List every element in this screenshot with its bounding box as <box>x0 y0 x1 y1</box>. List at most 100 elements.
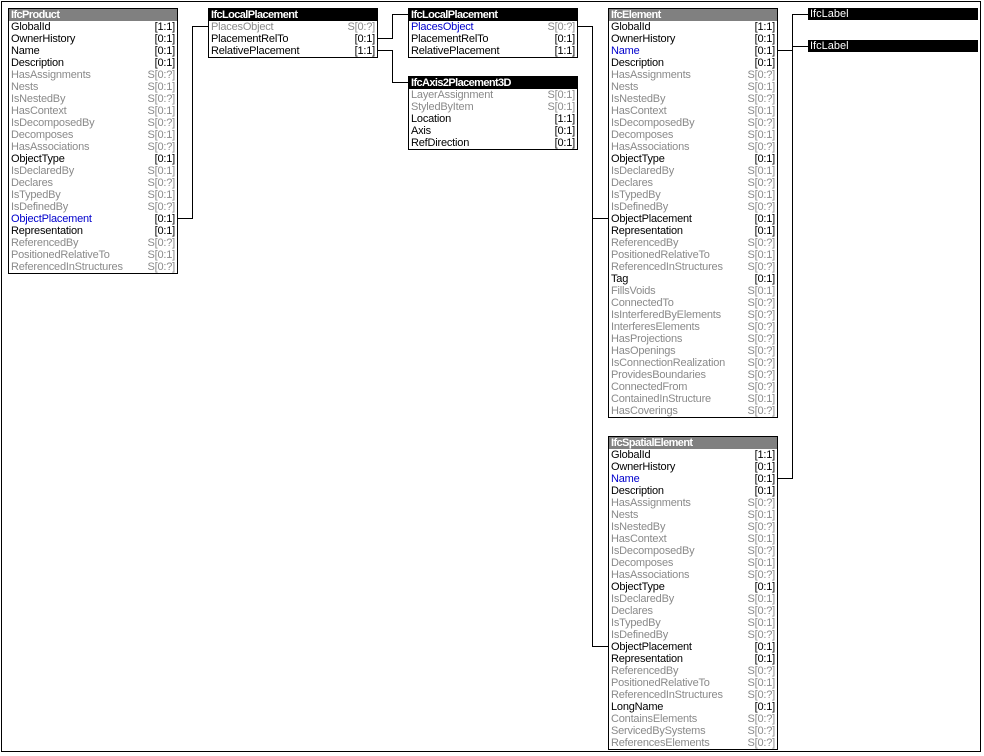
attribute-row[interactable]: Representation [0:1] <box>9 225 177 237</box>
attribute-row[interactable]: HasContext S[0:1] <box>609 105 777 117</box>
entity-header[interactable]: IfcLocalPlacement <box>209 9 377 21</box>
attribute-row[interactable]: InterferesElements S[0:?] <box>609 321 777 333</box>
entity-header[interactable]: IfcProduct <box>9 9 177 21</box>
entity-ifcspatialelement[interactable]: IfcSpatialElement GlobalId [1:1] OwnerHisto… <box>608 436 778 750</box>
attribute-row[interactable]: LongName [0:1] <box>609 701 777 713</box>
attribute-row[interactable]: OwnerHistory [0:1] <box>609 33 777 45</box>
attribute-row[interactable]: Decomposes S[0:1] <box>609 129 777 141</box>
attribute-row[interactable]: ObjectPlacement [0:1] <box>609 641 777 653</box>
attribute-row[interactable]: ReferencedInStructures S[0:?] <box>609 689 777 701</box>
attribute-row[interactable]: ConnectedFrom S[0:?] <box>609 381 777 393</box>
attribute-row[interactable]: ReferencedBy S[0:?] <box>609 665 777 677</box>
attribute-row[interactable]: Nests S[0:1] <box>9 81 177 93</box>
attribute-row[interactable]: IsNestedBy S[0:?] <box>609 521 777 533</box>
attribute-row[interactable]: PositionedRelativeTo S[0:1] <box>609 249 777 261</box>
attribute-row[interactable]: ReferencedBy S[0:?] <box>9 237 177 249</box>
attribute-row[interactable]: PlacementRelTo [0:1] <box>409 33 577 45</box>
attribute-row[interactable]: ConnectedTo S[0:?] <box>609 297 777 309</box>
attribute-row[interactable]: GlobalId [1:1] <box>9 21 177 33</box>
attribute-row[interactable]: ReferencedInStructures S[0:?] <box>9 261 177 273</box>
attribute-row[interactable]: IsDecomposedBy S[0:?] <box>9 117 177 129</box>
attribute-row[interactable]: HasAssignments S[0:?] <box>609 69 777 81</box>
attribute-row[interactable]: ObjectType [0:1] <box>609 581 777 593</box>
attribute-row[interactable]: Location [1:1] <box>409 113 577 125</box>
attribute-row[interactable]: IsDefinedBy S[0:?] <box>9 201 177 213</box>
attribute-row[interactable]: Name [0:1] <box>609 473 777 485</box>
attribute-row[interactable]: PlacesObject S[0:?] <box>409 21 577 33</box>
attribute-row[interactable]: GlobalId [1:1] <box>609 449 777 461</box>
attribute-row[interactable]: PositionedRelativeTo S[0:1] <box>9 249 177 261</box>
attribute-row[interactable]: OwnerHistory [0:1] <box>609 461 777 473</box>
attribute-row[interactable]: Axis [0:1] <box>409 125 577 137</box>
attribute-row[interactable]: IsInterferedByElements S[0:?] <box>609 309 777 321</box>
entity-ifclocalplacement[interactable]: IfcLocalPlacement PlacesObject S[0:?] Place… <box>208 8 378 58</box>
attribute-row[interactable]: ObjectPlacement [0:1] <box>9 213 177 225</box>
attribute-row[interactable]: Description [0:1] <box>609 485 777 497</box>
attribute-row[interactable]: IsTypedBy S[0:1] <box>9 189 177 201</box>
entity-ifclocalplacement-related[interactable]: IfcLocalPlacement PlacesObject S[0:?] Place… <box>408 8 578 58</box>
entity-header[interactable]: IfcElement <box>609 9 777 21</box>
attribute-row[interactable]: Declares S[0:?] <box>609 177 777 189</box>
attribute-row[interactable]: Tag [0:1] <box>609 273 777 285</box>
attribute-row[interactable]: Name [0:1] <box>9 45 177 57</box>
attribute-row[interactable]: StyledByItem S[0:1] <box>409 101 577 113</box>
attribute-row[interactable]: IsDefinedBy S[0:?] <box>609 629 777 641</box>
attribute-row[interactable]: IsTypedBy S[0:1] <box>609 189 777 201</box>
attribute-row[interactable]: PlacesObject S[0:?] <box>209 21 377 33</box>
attribute-row[interactable]: HasOpenings S[0:?] <box>609 345 777 357</box>
attribute-row[interactable]: Description [0:1] <box>609 57 777 69</box>
attribute-row[interactable]: Declares S[0:?] <box>9 177 177 189</box>
type-ifclabel[interactable]: IfcLabel <box>808 40 978 52</box>
attribute-row[interactable]: LayerAssignment S[0:1] <box>409 89 577 101</box>
attribute-row[interactable]: ReferencedInStructures S[0:?] <box>609 261 777 273</box>
attribute-row[interactable]: Nests S[0:1] <box>609 509 777 521</box>
attribute-row[interactable]: HasContext S[0:1] <box>9 105 177 117</box>
attribute-row[interactable]: ObjectType [0:1] <box>9 153 177 165</box>
attribute-row[interactable]: RelativePlacement [1:1] <box>409 45 577 57</box>
attribute-row[interactable]: HasCoverings S[0:?] <box>609 405 777 417</box>
attribute-row[interactable]: ContainsElements S[0:?] <box>609 713 777 725</box>
attribute-row[interactable]: IsTypedBy S[0:1] <box>609 617 777 629</box>
attribute-row[interactable]: HasAssignments S[0:?] <box>9 69 177 81</box>
attribute-row[interactable]: HasAssociations S[0:?] <box>609 141 777 153</box>
attribute-row[interactable]: IsDefinedBy S[0:?] <box>609 201 777 213</box>
entity-ifcaxis2placement3d[interactable]: IfcAxis2Placement3D LayerAssignment S[0:1]… <box>408 76 578 150</box>
attribute-row[interactable]: ObjectPlacement [0:1] <box>609 213 777 225</box>
attribute-row[interactable]: PlacementRelTo [0:1] <box>209 33 377 45</box>
attribute-row[interactable]: IsDeclaredBy S[0:1] <box>609 165 777 177</box>
attribute-row[interactable]: ObjectType [0:1] <box>609 153 777 165</box>
attribute-row[interactable]: FillsVoids S[0:1] <box>609 285 777 297</box>
attribute-row[interactable]: RefDirection [0:1] <box>409 137 577 149</box>
attribute-row[interactable]: IsDecomposedBy S[0:?] <box>609 545 777 557</box>
attribute-row[interactable]: IsConnectionRealization S[0:?] <box>609 357 777 369</box>
attribute-row[interactable]: IsNestedBy S[0:?] <box>609 93 777 105</box>
attribute-row[interactable]: HasAssociations S[0:?] <box>9 141 177 153</box>
attribute-row[interactable]: RelativePlacement [1:1] <box>209 45 377 57</box>
entity-header[interactable]: IfcAxis2Placement3D <box>409 77 577 89</box>
entity-ifcelement[interactable]: IfcElement GlobalId [1:1] OwnerHistory [0:1]… <box>608 8 778 418</box>
attribute-row[interactable]: Declares S[0:?] <box>609 605 777 617</box>
attribute-row[interactable]: Description [0:1] <box>9 57 177 69</box>
type-ifclabel[interactable]: IfcLabel <box>808 8 978 20</box>
attribute-row[interactable]: Representation [0:1] <box>609 225 777 237</box>
attribute-row[interactable]: ServicedBySystems S[0:?] <box>609 725 777 737</box>
attribute-row[interactable]: Name [0:1] <box>609 45 777 57</box>
attribute-row[interactable]: Decomposes S[0:1] <box>9 129 177 141</box>
attribute-row[interactable]: PositionedRelativeTo S[0:1] <box>609 677 777 689</box>
entity-header[interactable]: IfcSpatialElement <box>609 437 777 449</box>
attribute-row[interactable]: IsDeclaredBy S[0:1] <box>609 593 777 605</box>
attribute-row[interactable]: ContainedInStructure S[0:1] <box>609 393 777 405</box>
attribute-row[interactable]: HasContext S[0:1] <box>609 533 777 545</box>
attribute-row[interactable]: HasAssociations S[0:?] <box>609 569 777 581</box>
attribute-row[interactable]: IsNestedBy S[0:?] <box>9 93 177 105</box>
entity-ifcproduct[interactable]: IfcProduct GlobalId [1:1] OwnerHistory [0:1]… <box>8 8 178 274</box>
entity-header[interactable]: IfcLocalPlacement <box>409 9 577 21</box>
attribute-row[interactable]: Representation [0:1] <box>609 653 777 665</box>
attribute-row[interactable]: IsDecomposedBy S[0:?] <box>609 117 777 129</box>
attribute-row[interactable]: ReferencedBy S[0:?] <box>609 237 777 249</box>
attribute-row[interactable]: Decomposes S[0:1] <box>609 557 777 569</box>
attribute-row[interactable]: IsDeclaredBy S[0:1] <box>9 165 177 177</box>
attribute-row[interactable]: Nests S[0:1] <box>609 81 777 93</box>
attribute-row[interactable]: HasProjections S[0:?] <box>609 333 777 345</box>
attribute-row[interactable]: ProvidesBoundaries S[0:?] <box>609 369 777 381</box>
